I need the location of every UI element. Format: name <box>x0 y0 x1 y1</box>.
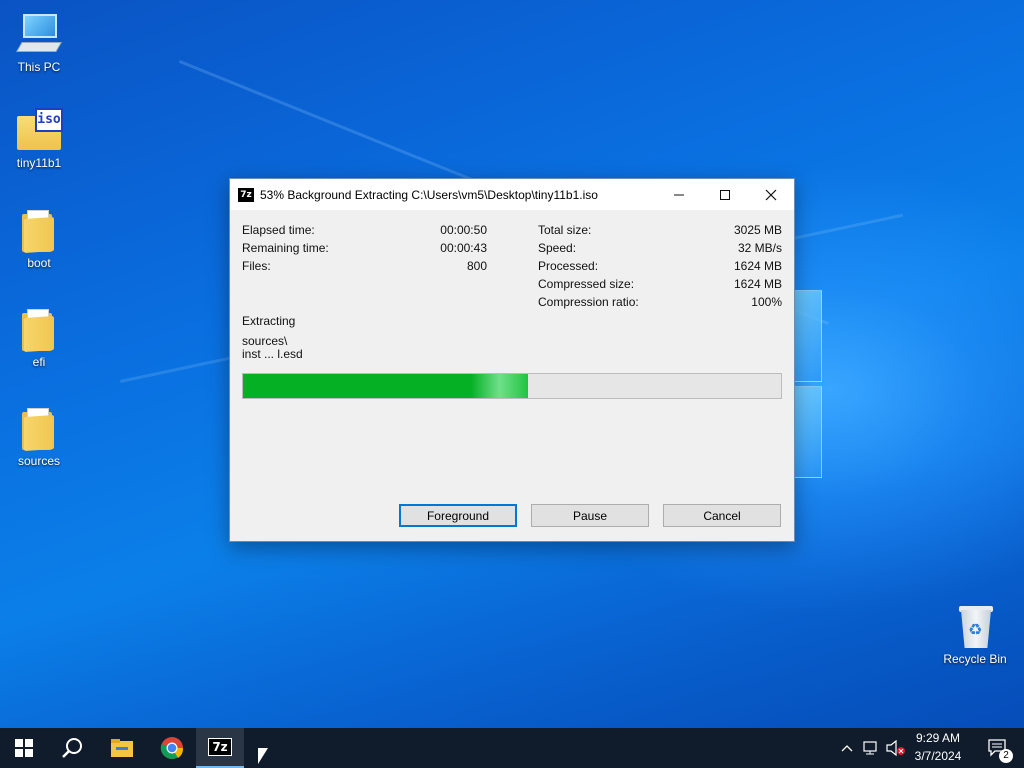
windows-logo-pane <box>794 290 822 382</box>
desktop-icon-label: boot <box>27 256 51 270</box>
speed-label: Speed: <box>538 241 577 255</box>
desktop-icon-tiny11b1[interactable]: iso tiny11b1 <box>1 106 77 170</box>
chrome-icon <box>160 737 184 759</box>
progress-fill <box>243 374 529 398</box>
7zip-app-icon: 7z <box>238 187 254 202</box>
taskbar-file-explorer[interactable] <box>98 728 146 768</box>
desktop-icon-label: This PC <box>17 60 61 74</box>
file-explorer-icon <box>111 739 133 757</box>
total-size-label: Total size: <box>538 223 592 237</box>
volume-muted-icon <box>886 740 905 756</box>
operation-label: Extracting <box>242 314 296 328</box>
desktop-icon-label: efi <box>32 355 46 369</box>
taskbar-7zip[interactable]: 7z <box>196 728 244 768</box>
volume-tray-button[interactable] <box>884 728 908 768</box>
desktop-icon-sources[interactable]: sources <box>1 404 77 468</box>
desktop-icon-label: sources <box>17 454 61 468</box>
compression-ratio-value: 100% <box>751 295 782 309</box>
7zip-icon: 7z <box>208 738 232 756</box>
mouse-cursor-icon <box>258 748 268 764</box>
current-path: sources\ <box>242 334 288 348</box>
chevron-up-icon <box>841 745 853 752</box>
compressed-size-value: 1624 MB <box>733 277 782 291</box>
desktop-icon-recycle-bin[interactable]: ♻ Recycle Bin <box>937 602 1013 666</box>
processed-value: 1624 MB <box>733 259 782 273</box>
network-tray-button[interactable] <box>860 728 882 768</box>
minimize-icon <box>674 194 684 195</box>
extract-progress-dialog: 7z 53% Background Extracting C:\Users\vm… <box>229 178 795 542</box>
compression-ratio-label: Compression ratio: <box>538 295 639 309</box>
files-label: Files: <box>242 259 271 273</box>
remaining-time-label: Remaining time: <box>242 241 329 255</box>
taskbar-chrome[interactable] <box>148 728 196 768</box>
desktop-icon-label: Recycle Bin <box>943 652 1007 666</box>
clock-date[interactable]: 3/7/2024 <box>908 749 968 763</box>
pause-button[interactable]: Pause <box>531 504 649 527</box>
start-button[interactable] <box>0 728 48 768</box>
search-icon <box>62 738 82 758</box>
elapsed-time-value: 00:00:50 <box>440 223 487 237</box>
clock-time[interactable]: 9:29 AM <box>908 731 968 745</box>
total-size-value: 3025 MB <box>733 223 782 237</box>
elapsed-time-label: Elapsed time: <box>242 223 315 237</box>
extraction-progress-bar <box>242 373 782 399</box>
processed-label: Processed: <box>538 259 599 273</box>
search-button[interactable] <box>48 728 96 768</box>
taskbar: 7z 9:29 AM 3/7/2024 2 <box>0 728 1024 768</box>
foreground-button[interactable]: Foreground <box>399 504 517 527</box>
windows-logo-pane <box>794 386 822 478</box>
maximize-icon <box>720 189 730 200</box>
iso-file-icon: iso <box>15 106 63 154</box>
folder-icon <box>15 305 63 353</box>
this-pc-icon <box>15 10 63 58</box>
recycle-bin-icon: ♻ <box>951 602 999 650</box>
close-button[interactable] <box>748 179 794 210</box>
start-icon <box>15 739 33 757</box>
notification-count-badge: 2 <box>999 749 1013 763</box>
show-hidden-icons-button[interactable] <box>836 728 858 768</box>
files-value: 800 <box>466 259 487 273</box>
speed-value: 32 MB/s <box>737 241 782 255</box>
iso-badge: iso <box>35 108 63 132</box>
dialog-titlebar[interactable]: 7z 53% Background Extracting C:\Users\vm… <box>230 179 794 210</box>
action-center-button[interactable]: 2 <box>978 728 1018 768</box>
desktop-icon-boot[interactable]: boot <box>1 206 77 270</box>
minimize-button[interactable] <box>656 179 702 210</box>
dialog-title: 53% Background Extracting C:\Users\vm5\D… <box>260 187 598 202</box>
cancel-button[interactable]: Cancel <box>663 504 781 527</box>
desktop-icon-efi[interactable]: efi <box>1 305 77 369</box>
folder-icon <box>15 404 63 452</box>
compressed-size-label: Compressed size: <box>538 277 635 291</box>
desktop-icon-label: tiny11b1 <box>16 156 62 170</box>
current-file: inst ... l.esd <box>242 347 303 361</box>
network-icon <box>863 741 877 755</box>
maximize-button[interactable] <box>702 179 748 210</box>
folder-icon <box>15 206 63 254</box>
close-icon <box>765 189 777 200</box>
remaining-time-value: 00:00:43 <box>440 241 487 255</box>
desktop-icon-this-pc[interactable]: This PC <box>1 10 77 74</box>
